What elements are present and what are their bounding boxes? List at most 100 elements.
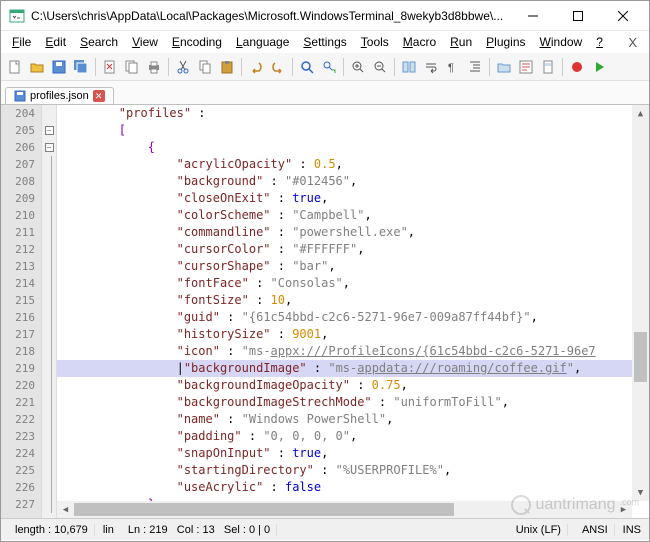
editor[interactable]: 2042052062072082092102112122132142152162…	[1, 105, 649, 518]
fold-marker[interactable]	[42, 343, 56, 360]
undo-icon[interactable]	[246, 57, 266, 77]
fold-marker[interactable]	[42, 377, 56, 394]
fold-marker[interactable]	[42, 445, 56, 462]
code-line[interactable]: {	[57, 139, 649, 156]
copy-icon[interactable]	[195, 57, 215, 77]
menu-run[interactable]: Run	[443, 33, 479, 51]
menu-help[interactable]: ?	[589, 33, 610, 51]
fold-marker[interactable]	[42, 292, 56, 309]
fold-marker[interactable]	[42, 411, 56, 428]
scrollbar-horizontal[interactable]: ◀ ▶	[57, 501, 632, 518]
code-line[interactable]: "snapOnInput" : true,	[57, 445, 649, 462]
close-all-icon[interactable]	[122, 57, 142, 77]
fold-marker[interactable]	[42, 105, 56, 122]
fold-marker[interactable]	[42, 190, 56, 207]
code-line[interactable]: "profiles" :	[57, 105, 649, 122]
code-area[interactable]: "profiles" : [ { "acrylicOpacity" : 0.5,…	[57, 105, 649, 518]
menu-encoding[interactable]: Encoding	[165, 33, 229, 51]
code-line[interactable]: [	[57, 122, 649, 139]
fold-marker[interactable]	[42, 207, 56, 224]
fold-marker[interactable]	[42, 360, 56, 377]
menu-search[interactable]: Search	[73, 33, 125, 51]
fold-marker[interactable]	[42, 241, 56, 258]
menu-window[interactable]: Window	[533, 33, 590, 51]
code-line[interactable]: "startingDirectory" : "%USERPROFILE%",	[57, 462, 649, 479]
fold-marker[interactable]	[42, 479, 56, 496]
save-icon[interactable]	[49, 57, 69, 77]
record-macro-icon[interactable]	[567, 57, 587, 77]
scroll-right-icon[interactable]: ▶	[615, 501, 632, 518]
fold-marker[interactable]	[42, 156, 56, 173]
fold-marker[interactable]	[42, 394, 56, 411]
open-file-icon[interactable]	[27, 57, 47, 77]
menu-language[interactable]: Language	[229, 33, 296, 51]
code-line[interactable]: "name" : "Windows PowerShell",	[57, 411, 649, 428]
menu-view[interactable]: View	[125, 33, 165, 51]
find-icon[interactable]	[297, 57, 317, 77]
code-line[interactable]: "commandline" : "powershell.exe",	[57, 224, 649, 241]
scrollbar-vertical[interactable]: ▲ ▼	[632, 105, 649, 501]
zoom-in-icon[interactable]	[348, 57, 368, 77]
replace-icon[interactable]	[319, 57, 339, 77]
code-line[interactable]: |"backgroundImage" : "ms-appdata:///roam…	[57, 360, 649, 377]
fold-marker[interactable]	[42, 224, 56, 241]
scroll-down-icon[interactable]: ▼	[632, 484, 649, 501]
fold-marker[interactable]	[42, 496, 56, 513]
folder-icon[interactable]	[494, 57, 514, 77]
code-line[interactable]: "useAcrylic" : false	[57, 479, 649, 496]
tab-close-icon[interactable]: ✕	[93, 90, 105, 102]
close-window-button[interactable]	[600, 2, 645, 30]
print-icon[interactable]	[144, 57, 164, 77]
doc-map-icon[interactable]	[538, 57, 558, 77]
code-line[interactable]: "backgroundImageOpacity" : 0.75,	[57, 377, 649, 394]
code-line[interactable]: "colorScheme" : "Campbell",	[57, 207, 649, 224]
menu-plugins[interactable]: Plugins	[479, 33, 532, 51]
show-all-chars-icon[interactable]: ¶	[443, 57, 463, 77]
minimize-button[interactable]	[510, 2, 555, 30]
sync-scroll-icon[interactable]	[399, 57, 419, 77]
fold-marker[interactable]	[42, 258, 56, 275]
fold-marker[interactable]	[42, 275, 56, 292]
redo-icon[interactable]	[268, 57, 288, 77]
tab-profiles-json[interactable]: profiles.json ✕	[5, 87, 114, 104]
fold-marker[interactable]	[42, 428, 56, 445]
code-line[interactable]: "cursorColor" : "#FFFFFF",	[57, 241, 649, 258]
scrollbar-horizontal-thumb[interactable]	[74, 503, 454, 516]
code-line[interactable]: "icon" : "ms-appx:///ProfileIcons/{61c54…	[57, 343, 649, 360]
titlebar[interactable]: C:\Users\chris\AppData\Local\Packages\Mi…	[1, 1, 649, 31]
scroll-left-icon[interactable]: ◀	[57, 501, 74, 518]
scrollbar-vertical-thumb[interactable]	[634, 332, 647, 382]
menu-tools[interactable]: Tools	[354, 33, 396, 51]
play-macro-icon[interactable]	[589, 57, 609, 77]
fold-gutter[interactable]: −−	[41, 105, 57, 518]
fold-marker[interactable]	[42, 173, 56, 190]
maximize-button[interactable]	[555, 2, 600, 30]
cut-icon[interactable]	[173, 57, 193, 77]
code-line[interactable]: "acrylicOpacity" : 0.5,	[57, 156, 649, 173]
fold-marker[interactable]: −	[42, 122, 56, 139]
indent-guide-icon[interactable]	[465, 57, 485, 77]
fold-marker[interactable]	[42, 326, 56, 343]
menubar-close-icon[interactable]: X	[620, 33, 645, 52]
code-line[interactable]: "backgroundImageStrechMode" : "uniformTo…	[57, 394, 649, 411]
code-line[interactable]: "historySize" : 9001,	[57, 326, 649, 343]
code-line[interactable]: "closeOnExit" : true,	[57, 190, 649, 207]
menu-settings[interactable]: Settings	[296, 33, 353, 51]
function-list-icon[interactable]	[516, 57, 536, 77]
code-line[interactable]: "padding" : "0, 0, 0, 0",	[57, 428, 649, 445]
fold-marker[interactable]: −	[42, 139, 56, 156]
wordwrap-icon[interactable]	[421, 57, 441, 77]
save-all-icon[interactable]	[71, 57, 91, 77]
scroll-up-icon[interactable]: ▲	[632, 105, 649, 122]
fold-marker[interactable]	[42, 309, 56, 326]
menu-macro[interactable]: Macro	[396, 33, 443, 51]
code-line[interactable]: "fontFace" : "Consolas",	[57, 275, 649, 292]
code-line[interactable]: "guid" : "{61c54bbd-c2c6-5271-96e7-009a8…	[57, 309, 649, 326]
menu-edit[interactable]: Edit	[38, 33, 73, 51]
fold-marker[interactable]	[42, 462, 56, 479]
new-file-icon[interactable]	[5, 57, 25, 77]
code-line[interactable]: "background" : "#012456",	[57, 173, 649, 190]
code-line[interactable]: "cursorShape" : "bar",	[57, 258, 649, 275]
close-file-icon[interactable]	[100, 57, 120, 77]
zoom-out-icon[interactable]	[370, 57, 390, 77]
